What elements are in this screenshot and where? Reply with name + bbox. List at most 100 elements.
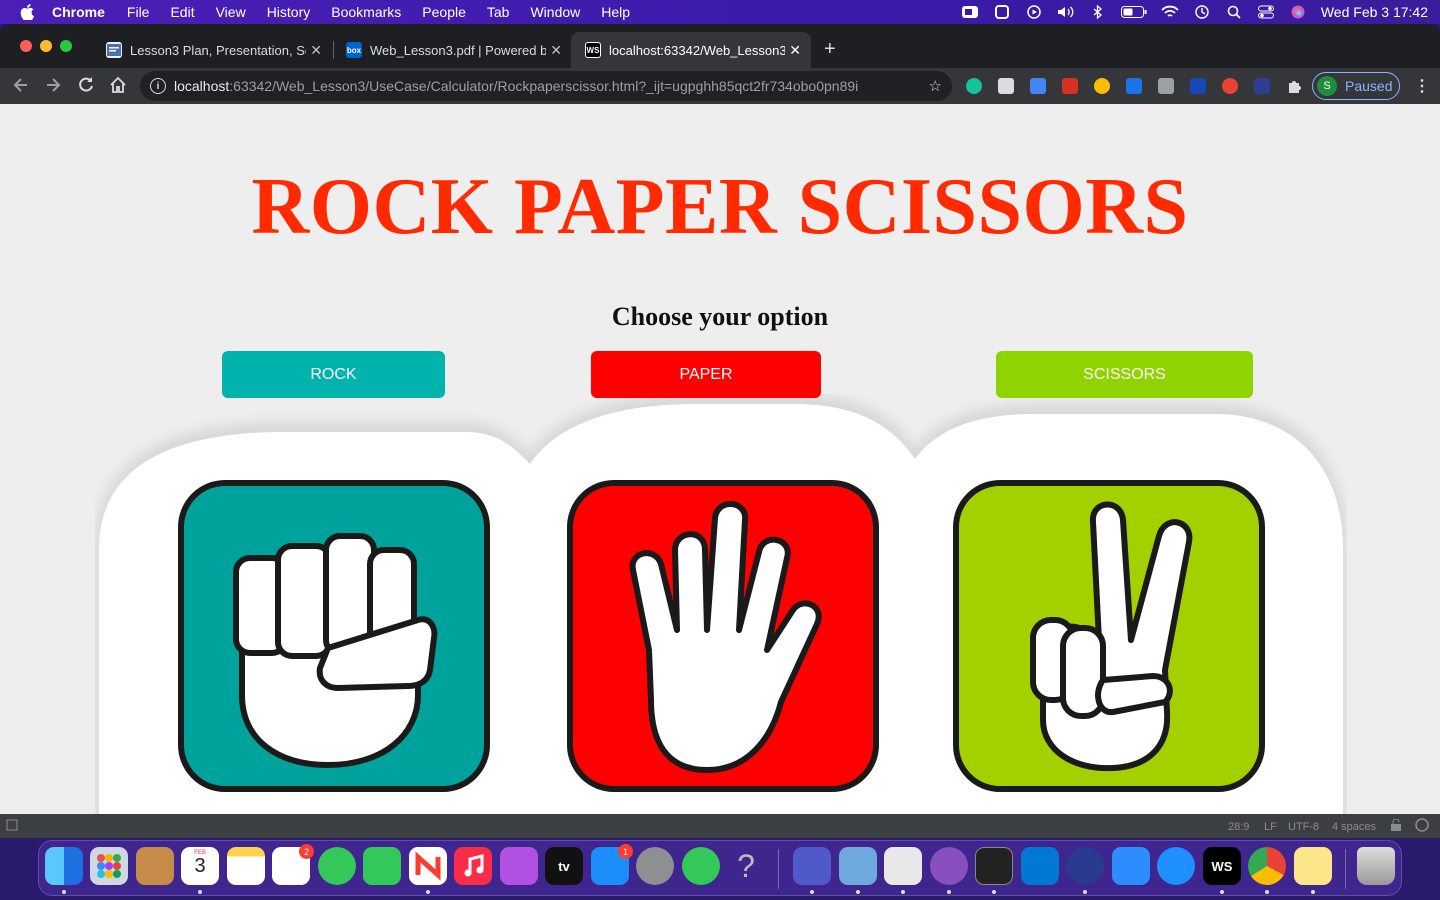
control-center-icon[interactable] bbox=[1257, 5, 1275, 19]
notes-icon[interactable] bbox=[227, 847, 265, 885]
menu-tab[interactable]: Tab bbox=[487, 4, 510, 20]
grammarly-extension-icon[interactable] bbox=[966, 78, 982, 94]
vscode-icon[interactable] bbox=[1021, 847, 1059, 885]
app-store-icon[interactable]: 1 bbox=[591, 844, 633, 885]
lock-icon[interactable] bbox=[1390, 818, 1402, 834]
contacts-icon[interactable] bbox=[136, 847, 174, 885]
close-tab-icon[interactable]: ✕ bbox=[310, 42, 322, 59]
bluetooth-icon[interactable] bbox=[1089, 5, 1107, 19]
indent-setting[interactable]: 4 spaces bbox=[1332, 821, 1376, 833]
stack-extension-icon[interactable] bbox=[1126, 78, 1142, 94]
teams-icon[interactable] bbox=[793, 847, 831, 885]
wifi-icon[interactable] bbox=[1161, 5, 1179, 19]
preview-icon[interactable] bbox=[839, 847, 877, 885]
panel-toggle-icon[interactable] bbox=[6, 819, 18, 834]
close-tab-icon[interactable]: ✕ bbox=[789, 42, 801, 59]
system-preferences-icon[interactable] bbox=[636, 847, 674, 885]
zoom-status-icon[interactable] bbox=[961, 5, 979, 19]
forward-icon[interactable] bbox=[44, 76, 62, 99]
rock-card-image[interactable] bbox=[178, 480, 490, 792]
profile-status: Paused bbox=[1345, 78, 1393, 94]
tab-localhost[interactable]: WS localhost:63342/Web_Lesson3 ✕ bbox=[571, 32, 811, 68]
home-icon[interactable] bbox=[109, 76, 127, 99]
volume-icon[interactable] bbox=[1057, 5, 1075, 19]
menu-bookmarks[interactable]: Bookmarks bbox=[331, 4, 401, 20]
menu-file[interactable]: File bbox=[127, 4, 150, 20]
menu-help[interactable]: Help bbox=[601, 4, 630, 20]
podcasts-icon[interactable] bbox=[500, 847, 538, 885]
zoom-icon[interactable] bbox=[1112, 847, 1150, 885]
reload-icon[interactable] bbox=[77, 76, 95, 99]
scissors-button[interactable]: SCISSORS bbox=[996, 351, 1253, 398]
pdf-extension-icon[interactable] bbox=[1062, 78, 1078, 94]
help-question-icon[interactable]: ? bbox=[727, 847, 765, 885]
scissors-card-image[interactable] bbox=[953, 480, 1265, 792]
tab-web-lesson3-pdf[interactable]: box Web_Lesson3.pdf | Powered b ✕ bbox=[332, 32, 572, 68]
zoom-window-button[interactable] bbox=[60, 40, 72, 52]
bookmark-star-icon[interactable]: ☆ bbox=[929, 77, 942, 95]
close-tab-icon[interactable]: ✕ bbox=[550, 42, 562, 59]
extensions-puzzle-icon[interactable] bbox=[1286, 78, 1302, 94]
launchpad-icon[interactable] bbox=[90, 847, 128, 885]
textedit-icon[interactable] bbox=[884, 847, 922, 885]
sourcetree-icon[interactable] bbox=[682, 847, 720, 885]
menu-view[interactable]: View bbox=[216, 4, 246, 20]
reminders-icon[interactable]: 2 bbox=[272, 844, 314, 885]
macos-dock: FEB 3 2 tv 1 ? WS bbox=[38, 840, 1402, 896]
menu-clock[interactable]: Wed Feb 3 17:42 bbox=[1321, 4, 1428, 20]
music-icon[interactable] bbox=[454, 847, 492, 885]
cursor-position[interactable]: 28:9 bbox=[1228, 821, 1249, 833]
stickies-icon[interactable] bbox=[1294, 847, 1332, 885]
record-extension-icon[interactable] bbox=[1222, 78, 1238, 94]
news-icon[interactable] bbox=[409, 847, 447, 885]
menu-people[interactable]: People bbox=[422, 4, 466, 20]
rock-button[interactable]: ROCK bbox=[222, 351, 445, 398]
github-desktop-icon[interactable] bbox=[930, 847, 968, 885]
running-indicator bbox=[426, 890, 430, 894]
time-machine-icon[interactable] bbox=[1193, 5, 1211, 19]
chrome-menu-icon[interactable]: ⋮ bbox=[1414, 76, 1430, 96]
translate-extension-icon[interactable] bbox=[1030, 78, 1046, 94]
font-extension-icon[interactable] bbox=[1158, 78, 1174, 94]
color-picker-extension-icon[interactable] bbox=[1094, 78, 1110, 94]
screenshot-extension-icon[interactable] bbox=[1254, 78, 1270, 94]
close-window-button[interactable] bbox=[20, 40, 32, 52]
minimize-window-button[interactable] bbox=[40, 40, 52, 52]
clipboard-status-icon[interactable] bbox=[993, 5, 1011, 19]
profile-button[interactable]: S Paused bbox=[1312, 72, 1400, 100]
site-info-icon[interactable]: i bbox=[150, 78, 166, 94]
safari-icon[interactable] bbox=[1157, 847, 1195, 885]
messages-icon[interactable] bbox=[318, 847, 356, 885]
apple-icon[interactable] bbox=[20, 4, 38, 20]
chrome-dock-icon[interactable] bbox=[1248, 847, 1286, 885]
battery-icon[interactable] bbox=[1120, 5, 1147, 19]
play-status-icon[interactable] bbox=[1025, 5, 1043, 19]
menu-edit[interactable]: Edit bbox=[170, 4, 194, 20]
paper-button[interactable]: PAPER bbox=[591, 351, 821, 398]
spotlight-search-icon[interactable] bbox=[1225, 5, 1243, 19]
finder-icon[interactable] bbox=[45, 847, 83, 885]
window-extension-icon[interactable] bbox=[998, 78, 1014, 94]
file-encoding[interactable]: UTF-8 bbox=[1288, 821, 1319, 833]
facetime-icon[interactable] bbox=[363, 847, 401, 885]
apple-tv-icon[interactable]: tv bbox=[545, 847, 583, 885]
new-tab-button[interactable]: + bbox=[824, 38, 836, 61]
trash-icon[interactable] bbox=[1357, 847, 1395, 885]
quicktime-icon[interactable] bbox=[1066, 847, 1104, 885]
siri-icon[interactable] bbox=[1289, 5, 1307, 19]
webstorm-dock-icon[interactable]: WS bbox=[1203, 847, 1241, 885]
paper-card-image[interactable] bbox=[567, 480, 879, 792]
calendar-icon[interactable]: FEB 3 bbox=[181, 847, 219, 885]
back-icon[interactable] bbox=[12, 76, 30, 99]
list-extension-icon[interactable] bbox=[1190, 78, 1206, 94]
url-text[interactable]: localhost:63342/Web_Lesson3/UseCase/Calc… bbox=[174, 78, 914, 94]
inspector-icon[interactable] bbox=[1414, 818, 1430, 835]
menu-app-name[interactable]: Chrome bbox=[52, 4, 105, 20]
terminal-icon[interactable] bbox=[975, 847, 1013, 885]
dock-divider bbox=[778, 849, 779, 889]
tab-lesson3-plan[interactable]: Lesson3 Plan, Presentation, So ✕ bbox=[92, 32, 332, 68]
line-ending[interactable]: LF bbox=[1264, 821, 1277, 833]
menu-window[interactable]: Window bbox=[530, 4, 580, 20]
menu-history[interactable]: History bbox=[267, 4, 311, 20]
address-bar[interactable]: i localhost:63342/Web_Lesson3/UseCase/Ca… bbox=[140, 71, 952, 101]
